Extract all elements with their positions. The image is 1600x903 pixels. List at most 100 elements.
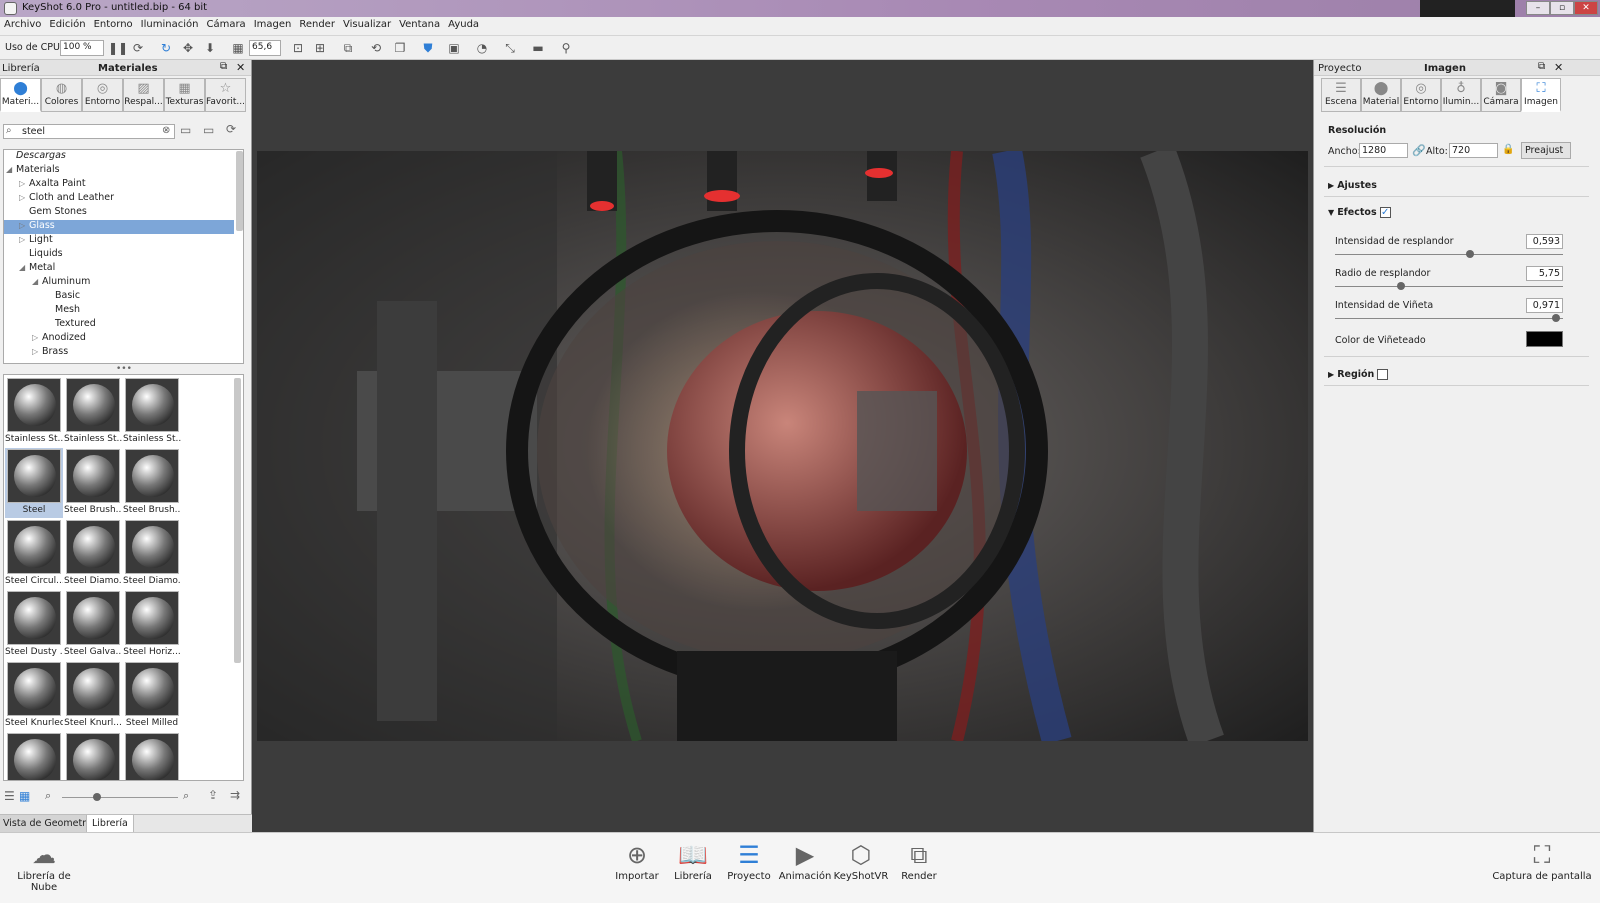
grid-icon[interactable]: ▦ (230, 40, 246, 56)
effect-slider-knob[interactable] (1552, 314, 1561, 322)
tree-item[interactable]: Descargas (6, 150, 66, 164)
material-thumbnail[interactable]: Stainless St... (123, 377, 181, 447)
scale-icon[interactable]: ⤡ (502, 40, 518, 56)
zoom-out-icon[interactable]: ⌕ (45, 789, 51, 803)
tree-item[interactable]: ▷ Cloth and Leather (19, 192, 114, 206)
tab-geometry-view[interactable]: Vista de Geometría (0, 815, 98, 833)
expand-arrow-icon[interactable]: ▷ (19, 235, 29, 244)
tab-materials[interactable]: ⬤ Materi... (0, 78, 41, 112)
region-checkbox[interactable] (1377, 369, 1389, 380)
minimize-button[interactable]: – (1526, 1, 1550, 15)
material-thumbnail[interactable]: Steel Horiz... (123, 590, 181, 660)
menu-ventana[interactable]: Ventana (395, 17, 444, 30)
refresh-icon[interactable]: ⟳ (130, 40, 146, 56)
render-button[interactable]: ⧉ Render (889, 839, 949, 882)
material-thumbnail[interactable]: Steel Dusty ... (5, 590, 63, 660)
copy-icon[interactable]: ❐ (392, 40, 408, 56)
library-button[interactable]: 📖 Librería (663, 839, 723, 882)
material-thumbnail[interactable] (64, 732, 122, 780)
lock-icon[interactable]: 🔒 (1502, 144, 1514, 155)
effect-slider-knob[interactable] (1397, 282, 1406, 290)
tab-camera[interactable]: ◙ Cámara (1481, 78, 1521, 112)
shield-icon[interactable]: ⛊ (420, 40, 436, 56)
rendered-image[interactable] (257, 151, 1308, 741)
material-thumbnail[interactable] (123, 732, 181, 780)
width-field[interactable]: 1280 (1359, 143, 1408, 158)
material-thumbnail[interactable]: Steel Diamo... (64, 519, 122, 589)
expand-arrow-icon[interactable]: ▷ (32, 333, 42, 342)
tree-item[interactable]: ◢ Aluminum (32, 276, 90, 290)
material-thumbnail[interactable]: Steel Knurl... (64, 661, 122, 731)
tab-lighting[interactable]: ♁ Ilumin... (1441, 78, 1481, 112)
import-button[interactable]: ⊕ Importar (607, 839, 667, 882)
tab-backplates[interactable]: ▨ Respal... (123, 78, 164, 112)
tab-material[interactable]: ⬤ Material (1361, 78, 1401, 112)
material-thumbnail[interactable]: Stainless St... (64, 377, 122, 447)
material-thumbnail[interactable]: Steel Diamo... (123, 519, 181, 589)
material-thumbnail[interactable]: Steel Milled (123, 661, 181, 731)
close-button[interactable]: ✕ (1574, 1, 1598, 15)
tab-scene[interactable]: ☰ Escena (1321, 78, 1361, 112)
menu-edicion[interactable]: Edición (45, 17, 89, 30)
zoom-in-icon[interactable]: ⌕ (183, 789, 189, 803)
reload-icon[interactable]: ↻ (158, 40, 174, 56)
vignette-color-swatch[interactable] (1526, 331, 1563, 347)
frame-icon[interactable]: ⧉ (340, 40, 356, 56)
screenshot-button[interactable]: ⛶ Captura de pantalla (1490, 839, 1594, 882)
list-view-icon[interactable]: ☰ (4, 789, 15, 803)
tree-item[interactable]: ▷ Brass (32, 346, 68, 360)
menu-render[interactable]: Render (295, 17, 339, 30)
cloud-library-button[interactable]: ☁ Librería de Nube (8, 839, 80, 893)
close-panel-icon[interactable]: ✕ (1554, 61, 1563, 74)
export-icon[interactable]: ⇉ (230, 788, 240, 802)
effects-section[interactable]: ▼ Efectos ✓ (1328, 207, 1391, 218)
effect-value-field[interactable]: 5,75 (1526, 266, 1563, 281)
presets-button[interactable]: Preajust (1521, 142, 1571, 159)
sync-icon[interactable]: ⟳ (226, 122, 236, 136)
tab-library[interactable]: Librería (86, 815, 134, 833)
tree-item[interactable]: ▷ Axalta Paint (19, 178, 86, 192)
effects-checkbox[interactable]: ✓ (1379, 207, 1391, 218)
expand-arrow-icon[interactable]: ▷ (19, 221, 29, 230)
project-button[interactable]: ☰ Proyecto (719, 839, 779, 882)
search-box[interactable]: ⌕ steel ⊗ (3, 124, 175, 139)
folder-remove-icon[interactable]: ▭ (203, 123, 214, 137)
effect-slider[interactable] (1335, 250, 1563, 258)
thumbs-scrollbar[interactable] (234, 378, 241, 663)
menu-imagen[interactable]: Imagen (250, 17, 296, 30)
collapse-arrow-icon[interactable]: ◢ (32, 277, 42, 286)
expand-arrow-icon[interactable]: ▷ (32, 347, 42, 356)
cpu-usage-select[interactable]: 100 % (60, 40, 104, 56)
thumb-size-slider-knob[interactable] (92, 793, 101, 801)
expand-arrow-icon[interactable]: ▷ (19, 193, 29, 202)
material-thumbnail[interactable]: Steel Brush... (123, 448, 181, 518)
tab-image[interactable]: ⛶ Imagen (1521, 78, 1561, 112)
tree-item[interactable]: Mesh (45, 304, 80, 318)
fit-icon[interactable]: ✥ (180, 40, 196, 56)
expand-arrow-icon[interactable]: ▷ (19, 179, 29, 188)
material-thumbnail[interactable]: Steel Brush... (64, 448, 122, 518)
tab-environment[interactable]: ◎ Entorno (1401, 78, 1441, 112)
undock-icon[interactable]: ⧉ (220, 61, 227, 72)
effect-value-field[interactable]: 0,971 (1526, 298, 1563, 313)
folder-add-icon[interactable]: ▭ (180, 123, 191, 137)
presentation-icon[interactable]: ▣ (446, 40, 462, 56)
tab-favorites[interactable]: ☆ Favorit... (205, 78, 246, 112)
zoom-region-icon[interactable]: ⊡ (290, 40, 306, 56)
tree-scrollbar[interactable] (236, 151, 243, 231)
tree-item[interactable]: Gem Stones (19, 206, 87, 220)
tree-item[interactable]: Textured (45, 318, 96, 332)
person-icon[interactable]: ⚲ (558, 40, 574, 56)
material-thumbnail[interactable] (5, 732, 63, 780)
grid-view-icon[interactable]: ▦ (19, 789, 30, 803)
effect-slider-knob[interactable] (1466, 250, 1475, 258)
undock-icon[interactable]: ⧉ (1538, 61, 1545, 72)
material-thumbnail[interactable]: Stainless St... (5, 377, 63, 447)
tree-item[interactable]: ▷ Anodized (32, 332, 86, 346)
down-arrow-icon[interactable]: ⬇ (202, 40, 218, 56)
collapse-arrow-icon[interactable]: ◢ (6, 165, 16, 174)
rotate-icon[interactable]: ⟲ (368, 40, 384, 56)
tab-textures[interactable]: ▦ Texturas (164, 78, 205, 112)
tree-item[interactable]: Basic (45, 290, 80, 304)
keyshotvr-button[interactable]: ⬡ KeyShotVR (831, 839, 891, 882)
